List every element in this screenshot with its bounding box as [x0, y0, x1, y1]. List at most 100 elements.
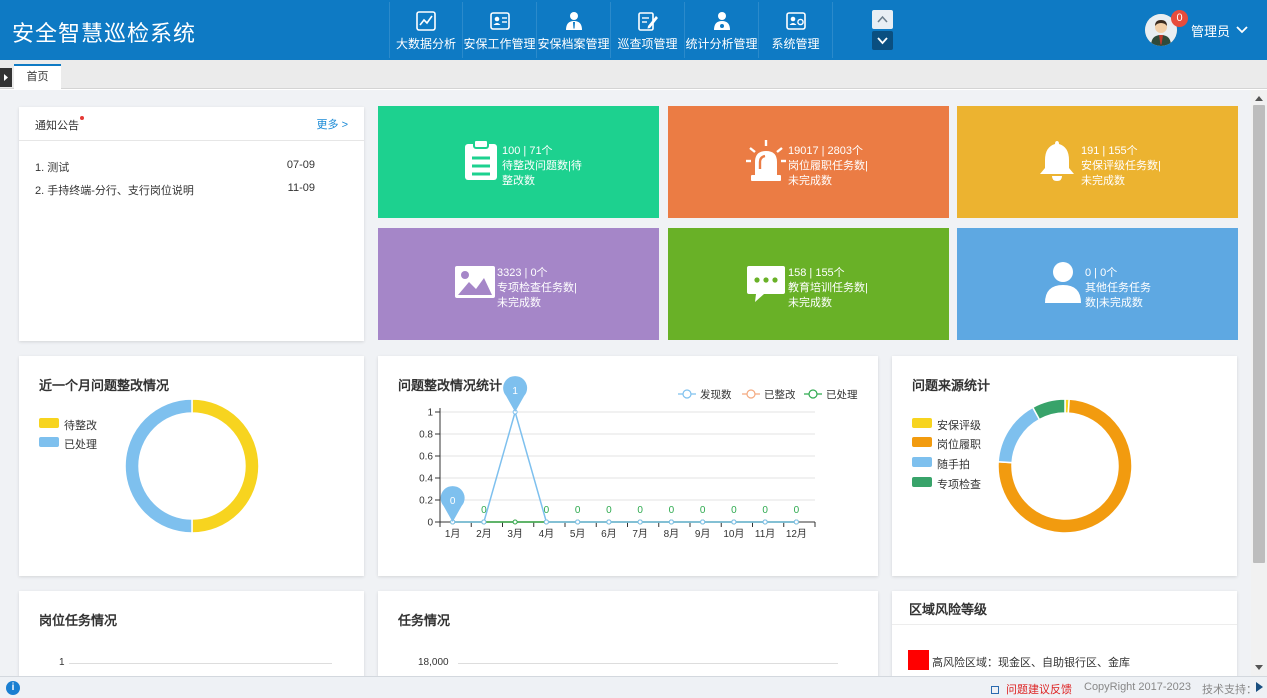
feedback-link[interactable]: 问题建议反馈 [991, 681, 1072, 697]
legend-marker [682, 389, 692, 399]
tile-label: 整改数 [502, 175, 535, 187]
user-icon [1045, 262, 1081, 303]
x-tick-label: 11月 [755, 528, 775, 540]
notice-header: 通知公告 更多 > [19, 107, 364, 141]
x-tick-label: 8月 [664, 528, 680, 540]
nav-inspection-items[interactable]: 巡查项管理 [611, 2, 685, 58]
nav-security-archive[interactable]: 安保档案管理 [537, 2, 611, 58]
tile-text: 19017 | 2803个 岗位履职任务数| 未完成数 [788, 144, 868, 189]
notice-item-date: 07-09 [286, 159, 315, 171]
x-tick-label: 10月 [723, 528, 744, 540]
data-label: 1 [512, 386, 518, 397]
data-label: 0 [762, 505, 768, 516]
rectify-month-panel: 近一个月问题整改情况 待整改 已处理 [19, 356, 364, 576]
tile-education-training[interactable]: 158 | 155个 教育培训任务数| 未完成数 [668, 228, 949, 340]
tile-label: 教育培训任务数| [788, 282, 868, 294]
rectify-stats-line-chart: 00.20.40.60.811月 2月 3月 4月 5月 6月 7月 8月 9月 10月 11月 12… [419, 376, 858, 540]
scroll-down-arrow[interactable] [1255, 665, 1263, 670]
x-tick-label: 5月 [570, 528, 586, 540]
data-label: 0 [544, 505, 550, 516]
tile-count: 19017 | 2803个 [788, 145, 864, 157]
bell-icon [1040, 141, 1074, 181]
user-name: 管理员 [1191, 23, 1231, 39]
scroll-thumb[interactable] [1253, 105, 1265, 563]
notification-badge: 0 [1171, 10, 1188, 27]
nav-system-management[interactable]: 系统管理 [759, 2, 833, 58]
user-menu[interactable]: 管理员 [1145, 12, 1248, 48]
clipboard-icon [465, 139, 497, 180]
series-point-发现数 [543, 519, 549, 525]
alarm-light-icon [746, 140, 786, 181]
y-tick-label: 18,000 [418, 657, 449, 668]
nav-security-work[interactable]: 安保工作管理 [463, 2, 537, 58]
nav-scroll-up-button[interactable] [872, 10, 893, 29]
legend-label: 已处理 [826, 389, 858, 401]
risk-label: 高风险区域：现金区、自助银行区、金库 [932, 657, 1130, 669]
dashboard-content: 通知公告 更多 > 1. 测试 07-09 2. 手持终端-分行、支行岗位说明 … [0, 90, 1251, 676]
series-point-发现数 [700, 519, 706, 525]
info-icon[interactable]: i [6, 681, 20, 695]
panel-title: 区域风险等级 [909, 602, 988, 617]
id-card-icon [489, 12, 510, 30]
tab-home[interactable]: 首页 [14, 64, 61, 89]
y-tick-label: 1 [427, 408, 433, 419]
y-tick-label: 0.8 [419, 430, 433, 441]
tab-bar: 首页 [0, 60, 1267, 89]
nav-label: 安保档案管理 [537, 37, 610, 51]
y-tick-label: 0.4 [419, 474, 433, 485]
nav-statistics-analysis[interactable]: 统计分析管理 [685, 2, 759, 58]
series-point-已处理 [512, 519, 518, 525]
x-tick-label: 1月 [445, 528, 461, 540]
nav-scroll-down-button[interactable] [872, 31, 893, 50]
rectify-stats-panel: 问题整改情况统计 0 0.2 0.4 0.6 0.8 1 1月 2月 3月 4月 5月 6月 7月 8月 9… [378, 356, 878, 576]
vertical-scrollbar[interactable] [1251, 90, 1267, 676]
nav-label: 系统管理 [771, 37, 820, 51]
series-point-发现数 [668, 519, 674, 525]
region-risk-panel: 区域风险等级 高风险区域：现金区、自助银行区、金库 [892, 591, 1237, 676]
pie-slice-待整改 [191, 398, 260, 534]
sidebar-toggle-button[interactable] [0, 68, 12, 87]
tile-pending-issues[interactable]: 100 | 71个 待整改问题数|待 整改数 [378, 106, 659, 218]
chevron-down-icon [877, 37, 888, 45]
app-window: 安全智慧巡检系统 大数据分析 安保工作管理 安保档案管理 巡查项管理 统计分析管… [0, 0, 1267, 698]
region-header: 区域风险等级 [892, 591, 1237, 625]
play-icon[interactable] [1256, 682, 1263, 692]
tile-other-tasks[interactable]: 0 | 0个 其他任务任务 数|未完成数 [957, 228, 1238, 340]
notice-item-text: 1. 测试 [35, 162, 70, 174]
x-tick-label: 9月 [695, 528, 711, 540]
more-link[interactable]: 更多 > [317, 116, 348, 132]
x-tick-label: 6月 [601, 528, 617, 540]
y-tick-label: 0.6 [419, 452, 433, 463]
data-label: 0 [481, 505, 487, 516]
tile-security-rating[interactable]: 191 | 155个 安保评级任务数| 未完成数 [957, 106, 1238, 218]
tile-post-duty[interactable]: 19017 | 2803个 岗位履职任务数| 未完成数 [668, 106, 949, 218]
notice-item[interactable]: 2. 手持终端-分行、支行岗位说明 11-09 [35, 182, 315, 198]
series-point-发现数 [606, 519, 612, 525]
tile-count: 3323 | 0个 [497, 267, 548, 279]
x-tick-label: 4月 [539, 528, 555, 540]
chart-icon [416, 11, 436, 31]
nav-label: 大数据分析 [395, 37, 456, 51]
notice-panel: 通知公告 更多 > 1. 测试 07-09 2. 手持终端-分行、支行岗位说明 … [19, 107, 364, 341]
chat-icon [747, 266, 785, 302]
data-label: 0 [450, 496, 456, 507]
data-label: 0 [669, 505, 675, 516]
x-tick-label: 12月 [786, 528, 807, 540]
tile-label: 未完成数 [497, 297, 541, 309]
nav-big-data-analysis[interactable]: 大数据分析 [389, 2, 463, 58]
pie-slice-随手拍 [997, 406, 1041, 464]
scroll-up-arrow[interactable] [1255, 96, 1263, 101]
nav-label: 巡查项管理 [617, 37, 678, 51]
image-icon [455, 266, 495, 298]
data-label: 0 [575, 505, 581, 516]
tile-text: 100 | 71个 待整改问题数|待 整改数 [502, 144, 582, 189]
caret-right-icon [4, 74, 8, 81]
tile-special-inspection[interactable]: 3323 | 0个 专项检查任务数| 未完成数 [378, 228, 659, 340]
source-stats-panel: 问题来源统计 安保评级 岗位履职 随手拍 专项检查 [892, 356, 1237, 576]
tile-label: 其他任务任务 [1085, 282, 1151, 294]
notice-item[interactable]: 1. 测试 07-09 [35, 159, 315, 175]
notice-title: 通知公告 [35, 120, 79, 132]
data-label: 0 [700, 505, 706, 516]
user-icon [713, 12, 730, 30]
feedback-icon [991, 686, 999, 694]
